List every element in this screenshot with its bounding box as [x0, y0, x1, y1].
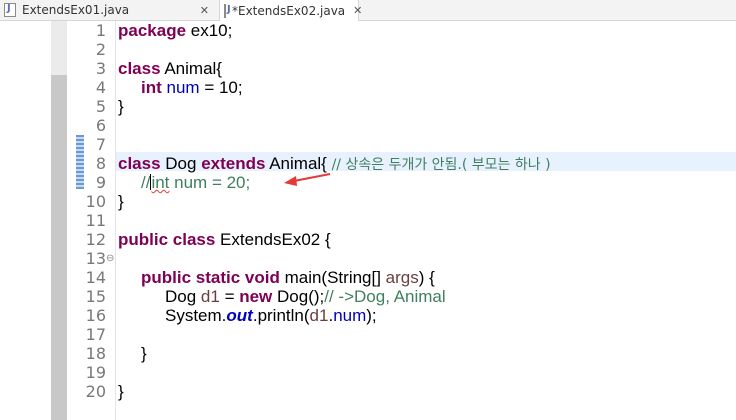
keyword: public class [118, 230, 216, 249]
collapse-minus-icon[interactable]: ⊖ [106, 249, 114, 268]
field: num [166, 78, 200, 97]
static-field: out [226, 306, 253, 325]
keyword: extends [201, 154, 266, 173]
code-text: } [118, 97, 124, 116]
code-line-3: class Animal{ [118, 59, 222, 78]
code-line-13: public static void main(String[] args) { [141, 268, 435, 287]
code-text: } [118, 382, 124, 401]
code-text: System. [165, 306, 227, 325]
comment: // 상속은 두개가 안됨.( 부모는 하나 ) [331, 157, 551, 173]
comment: // [141, 173, 151, 192]
line-number: 7 [95, 135, 106, 154]
close-icon[interactable]: ✕ [200, 4, 209, 17]
line-number: 8 [95, 154, 106, 173]
tab-extendsex01[interactable]: ExtendsEx01.java ✕ [0, 0, 215, 20]
keyword: package [118, 21, 187, 40]
code-text: Dog(); [272, 287, 325, 306]
line-number: 14 [85, 268, 106, 287]
field: num [333, 306, 367, 325]
code-line-9: } [118, 192, 124, 211]
line-number: 15 [85, 287, 106, 306]
code-line-19: } [118, 382, 124, 401]
line-number: 18 [85, 344, 106, 363]
variable: d1 [200, 287, 220, 306]
vertical-ruler [51, 21, 67, 420]
keyword: class [118, 59, 161, 78]
line-number: 9 [95, 173, 106, 192]
code-line-7: class Dog extends Animal{ // 상속은 두개가 안됨.… [118, 154, 551, 175]
code-line-8[interactable]: //int num = 20; [141, 173, 250, 192]
code-text: ex10; [186, 21, 233, 40]
code-text: ) { [418, 268, 435, 287]
code-text: = [219, 287, 240, 306]
line-number: 13 [85, 249, 106, 268]
code-text: } [141, 344, 147, 363]
java-file-icon [4, 3, 16, 17]
code-line-11: public class ExtendsEx02 { [118, 230, 331, 249]
close-icon[interactable]: ✕ [353, 4, 362, 17]
line-number: 17 [85, 325, 106, 344]
line-number: 12 [85, 230, 106, 249]
comment: num = 20; [169, 173, 251, 192]
line-number: 4 [95, 78, 106, 97]
tab-label: *ExtendsEx02.java [232, 3, 346, 18]
line-number: 16 [85, 306, 106, 325]
code-text: ExtendsEx02 { [215, 230, 331, 249]
code-text: .println( [252, 306, 310, 325]
vertical-ruler-top [51, 21, 67, 75]
comment-squiggle: int [151, 173, 170, 192]
line-number: 6 [95, 116, 106, 135]
code-line-14: Dog d1 = new Dog();// ->Dog, Animal [165, 287, 446, 306]
parameter: args [385, 268, 419, 287]
code-text: Animal{ [160, 59, 222, 78]
code-text: Animal{ [265, 154, 332, 173]
comment: // ->Dog, Animal [324, 287, 446, 306]
code-text: Dog [160, 154, 202, 173]
keyword: public static void [141, 268, 280, 287]
code-text: ); [366, 306, 377, 325]
line-number: 11 [85, 211, 106, 230]
java-file-icon [224, 3, 231, 18]
code-line-17: } [141, 344, 147, 363]
line-number: 3 [95, 59, 106, 78]
code-line-1: package ex10; [118, 21, 232, 40]
line-number: 10 [85, 192, 106, 211]
keyword: new [239, 287, 273, 306]
line-number: 19 [85, 363, 106, 382]
line-number: 2 [95, 40, 106, 59]
line-number: 20 [85, 382, 106, 401]
variable: d1 [309, 306, 329, 325]
code-line-5: } [118, 97, 124, 116]
red-arrow-annotation [284, 173, 331, 186]
code-line-15: System.out.println(d1.num); [165, 306, 377, 325]
code-editor[interactable]: 1 2 3 4 5 6 7 8 9 10 11 12 13 14 15 16 1… [0, 21, 736, 420]
tab-extendsex02[interactable]: *ExtendsEx02.java ✕ [219, 0, 362, 21]
code-text: main(String[] [279, 268, 386, 287]
keyword: int [141, 78, 162, 97]
editor-tab-bar: ExtendsEx01.java ✕ *ExtendsEx02.java ✕ [0, 0, 736, 21]
keyword: class [118, 154, 161, 173]
code-text: Dog [165, 287, 201, 306]
code-text: = 10; [199, 78, 243, 97]
code-line-4: int num = 10; [141, 78, 243, 97]
code-text: } [118, 192, 124, 211]
tab-label: ExtendsEx01.java [22, 3, 130, 17]
line-number: 5 [95, 97, 106, 116]
line-number: 1 [95, 21, 106, 40]
